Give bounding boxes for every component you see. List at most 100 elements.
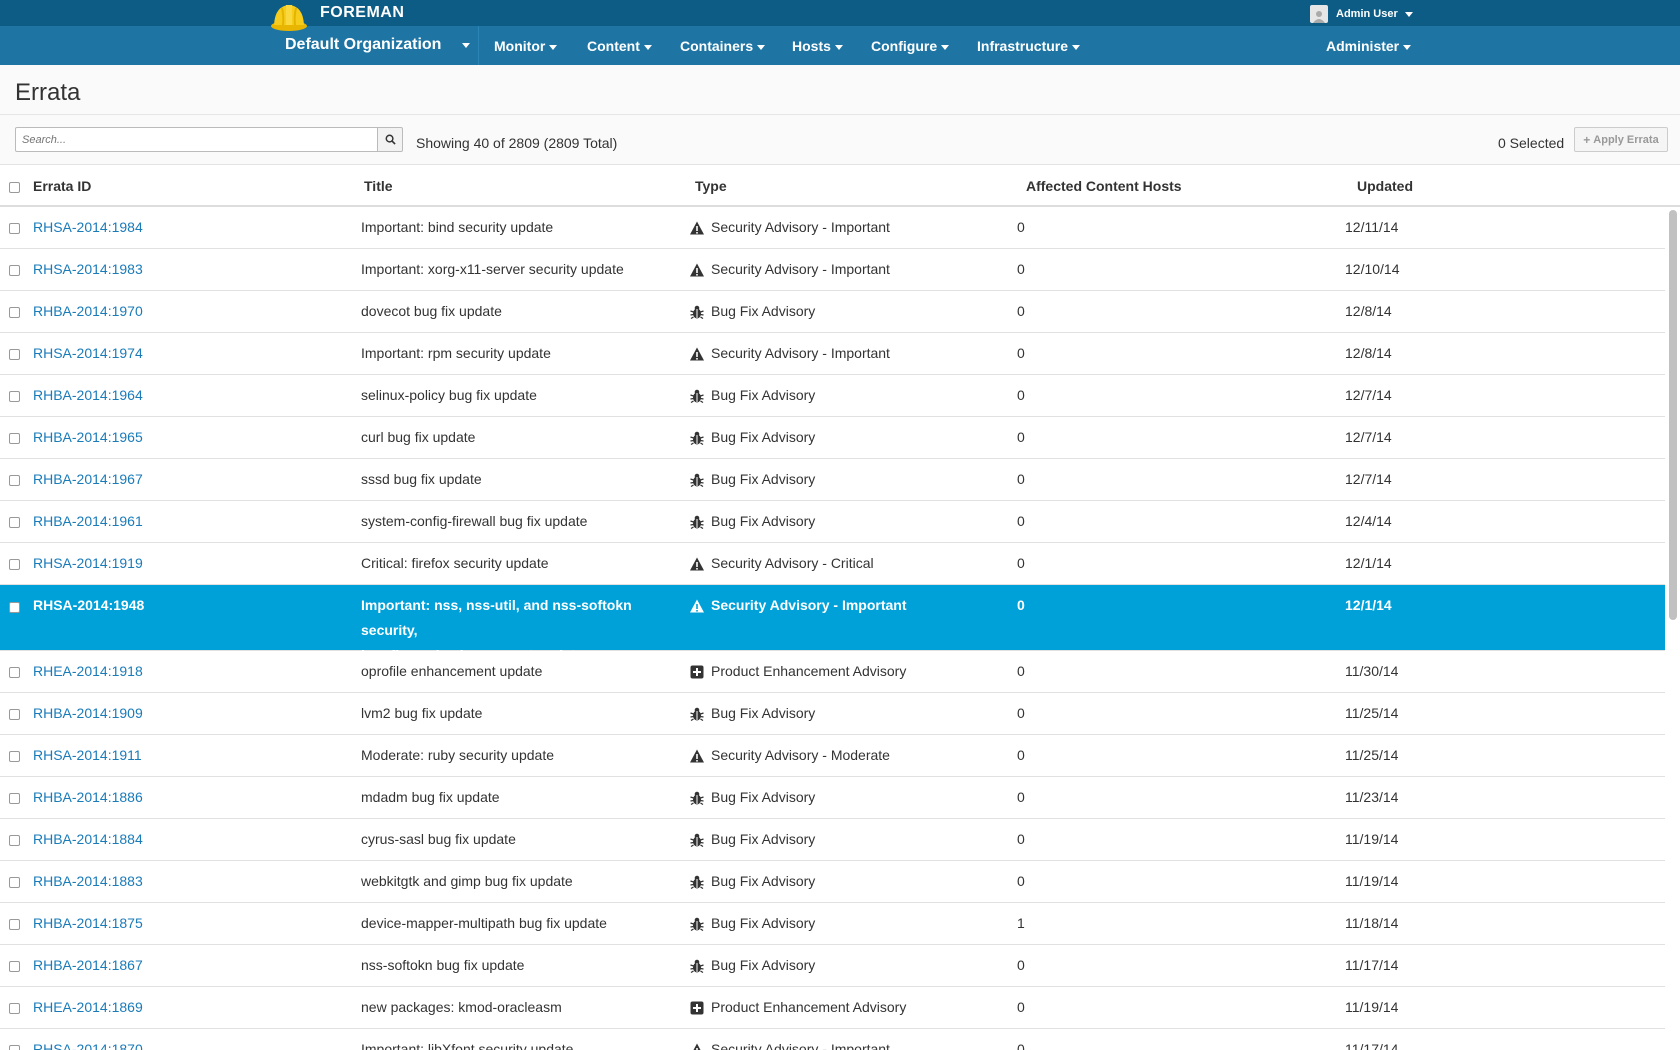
table-row[interactable]: RHEA-2014:1869 new packages: kmod-oraclea…: [0, 987, 1665, 1029]
table-row[interactable]: RHBA-2014:1970 dovecot bug fix update Bug …: [0, 291, 1665, 333]
table-row[interactable]: RHSA-2014:1919 Critical: firefox security…: [0, 543, 1665, 585]
row-checkbox[interactable]: [9, 307, 20, 318]
row-checkbox[interactable]: [9, 265, 20, 276]
errata-id-link[interactable]: RHBA-2014:1909: [33, 705, 143, 721]
errata-id-link[interactable]: RHSA-2014:1983: [33, 261, 143, 277]
row-checkbox[interactable]: [9, 667, 20, 678]
affected-hosts-count[interactable]: 0: [1017, 743, 1025, 768]
affected-hosts-count[interactable]: 0: [1017, 995, 1025, 1020]
row-checkbox[interactable]: [9, 433, 20, 444]
row-checkbox[interactable]: [9, 602, 20, 613]
table-row[interactable]: RHSA-2014:1984 Important: bind security u…: [0, 207, 1665, 249]
user-menu[interactable]: Admin User: [1310, 4, 1413, 24]
affected-hosts-count[interactable]: 0: [1017, 1037, 1025, 1050]
affected-hosts-count[interactable]: 0: [1017, 785, 1025, 810]
errata-id-link[interactable]: RHSA-2014:1984: [33, 219, 143, 235]
table-row[interactable]: RHSA-2014:1870 Important: libXfont securi…: [0, 1029, 1665, 1050]
affected-hosts-count[interactable]: 0: [1017, 659, 1025, 684]
row-checkbox[interactable]: [9, 391, 20, 402]
table-row[interactable]: RHSA-2014:1911 Moderate: ruby security up…: [0, 735, 1665, 777]
row-checkbox[interactable]: [9, 961, 20, 972]
affected-hosts-count[interactable]: 0: [1017, 593, 1025, 618]
org-switcher[interactable]: Default Organization: [285, 36, 441, 54]
errata-id-link[interactable]: RHBA-2014:1967: [33, 471, 143, 487]
row-checkbox[interactable]: [9, 223, 20, 234]
errata-id-link[interactable]: RHBA-2014:1970: [33, 303, 143, 319]
errata-id-link[interactable]: RHBA-2014:1883: [33, 873, 143, 889]
table-row[interactable]: RHSA-2014:1948 Important: nss, nss-util, …: [0, 585, 1665, 663]
nav-administer[interactable]: Administer: [1326, 38, 1412, 54]
row-checkbox[interactable]: [9, 877, 20, 888]
errata-id-link[interactable]: RHSA-2014:1911: [33, 747, 142, 763]
row-checkbox[interactable]: [9, 835, 20, 846]
nav-containers[interactable]: Containers: [680, 38, 766, 54]
table-row[interactable]: RHBA-2014:1884 cyrus-sasl bug fix update B…: [0, 819, 1665, 861]
errata-id-link[interactable]: RHSA-2014:1948: [33, 597, 144, 613]
table-row[interactable]: RHSA-2014:1983 Important: xorg-x11-server…: [0, 249, 1665, 291]
errata-id-link[interactable]: RHBA-2014:1964: [33, 387, 143, 403]
affected-hosts-count[interactable]: 0: [1017, 953, 1025, 978]
affected-hosts-count[interactable]: 0: [1017, 701, 1025, 726]
errata-id-link[interactable]: RHBA-2014:1965: [33, 429, 143, 445]
table-row[interactable]: RHBA-2014:1965 curl bug fix update Bug Fix…: [0, 417, 1665, 459]
row-checkbox[interactable]: [9, 349, 20, 360]
affected-hosts-count[interactable]: 0: [1017, 869, 1025, 894]
nav-content[interactable]: Content: [587, 38, 652, 54]
row-checkbox[interactable]: [9, 475, 20, 486]
apply-errata-button[interactable]: + Apply Errata: [1574, 127, 1668, 152]
column-header-title[interactable]: Title: [364, 178, 393, 194]
table-row[interactable]: RHEA-2014:1918 oprofile enhancement updat…: [0, 651, 1665, 693]
table-row[interactable]: RHSA-2014:1974 Important: rpm security up…: [0, 333, 1665, 375]
row-checkbox[interactable]: [9, 559, 20, 570]
row-checkbox[interactable]: [9, 709, 20, 720]
errata-id-link[interactable]: RHEA-2014:1918: [33, 663, 143, 679]
affected-hosts-count[interactable]: 0: [1017, 551, 1025, 576]
table-row[interactable]: RHBA-2014:1883 webkitgtk and gimp bug fix…: [0, 861, 1665, 903]
nav-hosts[interactable]: Hosts: [792, 38, 843, 54]
row-checkbox[interactable]: [9, 517, 20, 528]
column-header-affected-hosts[interactable]: Affected Content Hosts: [1026, 178, 1182, 194]
table-row[interactable]: RHBA-2014:1961 system-config-firewall bug…: [0, 501, 1665, 543]
errata-id-link[interactable]: RHBA-2014:1875: [33, 915, 143, 931]
nav-configure[interactable]: Configure: [871, 38, 950, 54]
row-checkbox[interactable]: [9, 1045, 20, 1050]
affected-hosts-count[interactable]: 0: [1017, 425, 1025, 450]
affected-hosts-count[interactable]: 0: [1017, 383, 1025, 408]
scrollbar[interactable]: [1669, 210, 1677, 620]
errata-id-link[interactable]: RHSA-2014:1974: [33, 345, 143, 361]
row-checkbox[interactable]: [9, 793, 20, 804]
errata-id-link[interactable]: RHEA-2014:1869: [33, 999, 143, 1015]
errata-id-link[interactable]: RHSA-2014:1919: [33, 555, 143, 571]
row-checkbox[interactable]: [9, 919, 20, 930]
affected-hosts-count[interactable]: 0: [1017, 467, 1025, 492]
nav-monitor[interactable]: Monitor: [494, 38, 558, 54]
column-header-type[interactable]: Type: [695, 178, 727, 194]
table-row[interactable]: RHBA-2014:1867 nss-softokn bug fix update…: [0, 945, 1665, 987]
column-header-errata-id[interactable]: Errata ID: [33, 178, 91, 194]
row-checkbox[interactable]: [9, 1003, 20, 1014]
affected-hosts-count[interactable]: 1: [1017, 911, 1025, 936]
search-button[interactable]: [377, 127, 403, 152]
errata-id-link[interactable]: RHSA-2014:1870: [33, 1041, 143, 1050]
brand-logo[interactable]: FOREMAN: [270, 0, 404, 31]
errata-id-link[interactable]: RHBA-2014:1867: [33, 957, 143, 973]
chevron-down-icon[interactable]: [462, 43, 470, 48]
table-row[interactable]: RHBA-2014:1875 device-mapper-multipath bu…: [0, 903, 1665, 945]
affected-hosts-count[interactable]: 0: [1017, 341, 1025, 366]
table-row[interactable]: RHBA-2014:1886 mdadm bug fix update Bug Fi…: [0, 777, 1665, 819]
select-all-checkbox[interactable]: [9, 182, 20, 193]
affected-hosts-count[interactable]: 0: [1017, 299, 1025, 324]
errata-id-link[interactable]: RHBA-2014:1884: [33, 831, 143, 847]
affected-hosts-count[interactable]: 0: [1017, 215, 1025, 240]
errata-id-link[interactable]: RHBA-2014:1886: [33, 789, 143, 805]
affected-hosts-count[interactable]: 0: [1017, 257, 1025, 282]
table-row[interactable]: RHBA-2014:1909 lvm2 bug fix update Bug Fix…: [0, 693, 1665, 735]
affected-hosts-count[interactable]: 0: [1017, 509, 1025, 534]
table-row[interactable]: RHBA-2014:1967 sssd bug fix update Bug Fix…: [0, 459, 1665, 501]
table-row[interactable]: RHBA-2014:1964 selinux-policy bug fix upd…: [0, 375, 1665, 417]
row-checkbox[interactable]: [9, 751, 20, 762]
column-header-updated[interactable]: Updated: [1357, 178, 1413, 194]
affected-hosts-count[interactable]: 0: [1017, 827, 1025, 852]
search-input[interactable]: [15, 127, 378, 152]
nav-infrastructure[interactable]: Infrastructure: [977, 38, 1081, 54]
